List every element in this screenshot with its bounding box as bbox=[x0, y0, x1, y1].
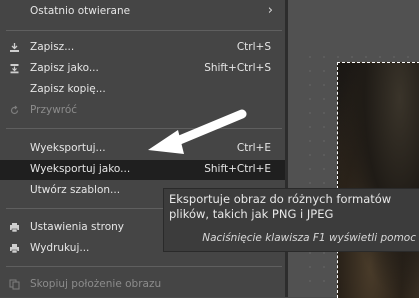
menu-separator bbox=[6, 266, 282, 267]
menu-item-label: Wyeksportuj jako... bbox=[30, 163, 131, 175]
canvas-border bbox=[285, 0, 288, 297]
menu-item-label: Zapisz... bbox=[30, 41, 75, 53]
print-icon bbox=[9, 243, 20, 254]
menu-item-save-copy[interactable]: Zapisz kopię... bbox=[0, 80, 285, 100]
submenu-arrow-icon: › bbox=[267, 3, 273, 18]
image-preview bbox=[337, 62, 419, 298]
tooltip-text-line2: plików, takich jak PNG i JPEG bbox=[169, 207, 334, 221]
menu-item-label: Wydrukuj... bbox=[30, 242, 90, 254]
menu-item-label: Przywróć bbox=[30, 104, 78, 116]
tooltip: Eksportuje obraz do różnych formatów pli… bbox=[163, 188, 419, 252]
shortcut-label: Shift+Ctrl+S bbox=[204, 62, 271, 74]
image-canvas[interactable] bbox=[285, 0, 419, 298]
menu-item-recent[interactable]: Ostatnio otwierane › bbox=[0, 2, 285, 22]
tooltip-help-hint: Naciśnięcie klawisza F1 wyświetli pomoc bbox=[202, 232, 416, 244]
menu-item-copy-location: Skopiuj położenie obrazu bbox=[0, 275, 285, 295]
menu-item-label: Utwórz szablon... bbox=[30, 184, 121, 196]
menu-item-label: Zapisz kopię... bbox=[30, 83, 106, 95]
shortcut-label: Ctrl+S bbox=[236, 41, 271, 53]
menu-separator bbox=[6, 30, 282, 31]
menu-item-label: Skopiuj położenie obrazu bbox=[30, 278, 162, 290]
revert-icon bbox=[9, 105, 20, 116]
tooltip-text-line1: Eksportuje obraz do różnych formatów bbox=[169, 192, 392, 206]
menu-item-label: Ustawienia strony bbox=[30, 221, 124, 233]
menu-item-label: Wyeksportuj... bbox=[30, 142, 106, 154]
menu-item-label: Zapisz jako... bbox=[30, 62, 99, 74]
annotation-arrow-icon bbox=[148, 109, 247, 154]
copy-icon bbox=[9, 279, 20, 290]
save-as-icon bbox=[9, 63, 20, 74]
menu-item-export-as[interactable]: Wyeksportuj jako... Shift+Ctrl+E bbox=[0, 160, 285, 180]
menu-item-label: Ostatnio otwierane bbox=[30, 5, 131, 17]
menu-item-save-as[interactable]: Zapisz jako... Shift+Ctrl+S bbox=[0, 59, 285, 79]
menu-item-save[interactable]: Zapisz... Ctrl+S bbox=[0, 38, 285, 58]
shortcut-label: Shift+Ctrl+E bbox=[204, 163, 271, 175]
page-setup-icon bbox=[9, 222, 20, 233]
save-icon bbox=[9, 42, 20, 53]
